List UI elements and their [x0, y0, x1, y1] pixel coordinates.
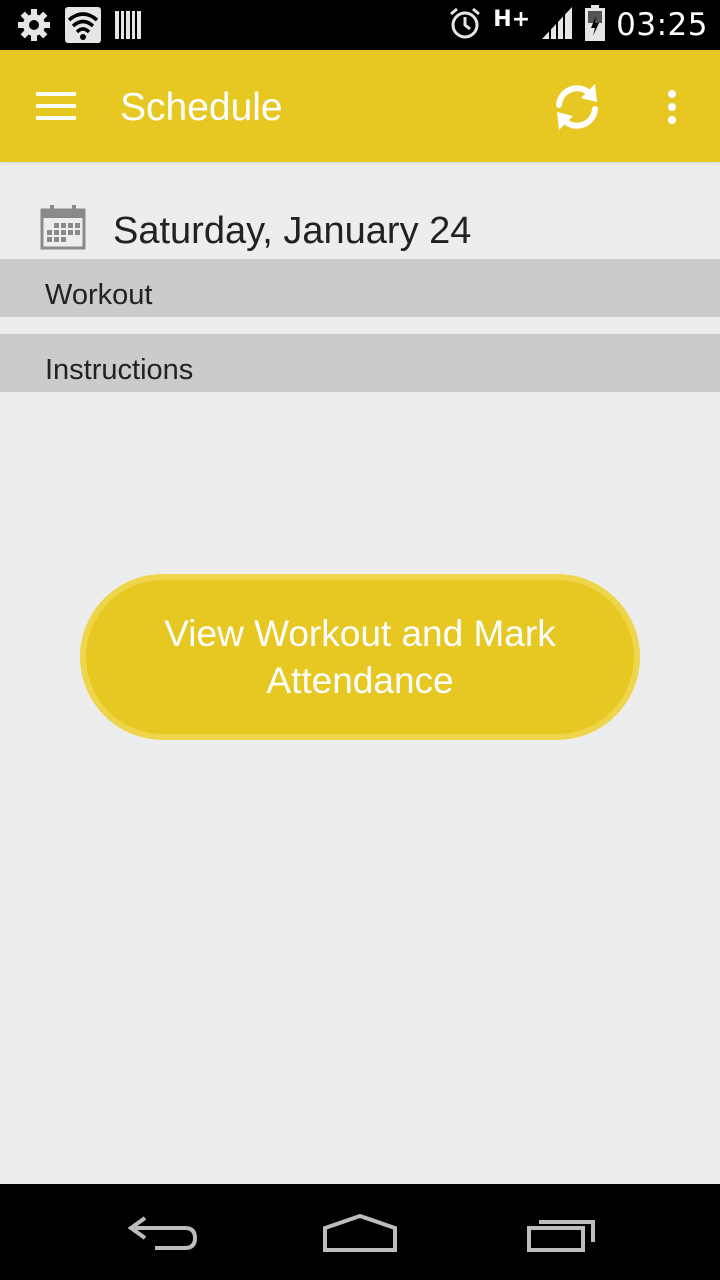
sync-icon[interactable] — [548, 78, 606, 136]
status-bar: H+ 03:25 — [0, 0, 720, 50]
section-label: Instructions — [45, 354, 194, 386]
section-workout[interactable]: Workout — [0, 259, 720, 317]
page-title: Schedule — [120, 86, 283, 129]
wifi-icon — [64, 6, 102, 49]
navigation-bar — [0, 1184, 720, 1280]
recents-icon[interactable] — [515, 1204, 605, 1260]
network-type-label: H+ — [493, 6, 531, 32]
date-header: Saturday, January 24 — [0, 200, 720, 256]
clock: 03:25 — [616, 7, 708, 43]
status-bar-right: H+ 03:25 — [447, 4, 708, 46]
home-icon[interactable] — [315, 1204, 405, 1260]
back-icon[interactable] — [115, 1204, 205, 1260]
view-workout-mark-attendance-button[interactable]: View Workout and Mark Attendance — [80, 574, 640, 740]
settings-icon — [16, 7, 52, 48]
signal-icon — [540, 5, 574, 46]
battery-icon — [584, 4, 606, 47]
app-bar: Schedule — [0, 50, 720, 162]
menu-icon[interactable] — [30, 86, 82, 126]
section-instructions[interactable]: Instructions — [0, 334, 720, 392]
section-label: Workout — [45, 279, 153, 311]
overflow-icon[interactable] — [652, 82, 692, 132]
status-bar-left — [16, 6, 142, 49]
alarm-icon — [447, 5, 483, 46]
schedule-date: Saturday, January 24 — [113, 210, 472, 252]
calendar-icon — [40, 204, 88, 250]
barcode-icon — [114, 9, 142, 46]
